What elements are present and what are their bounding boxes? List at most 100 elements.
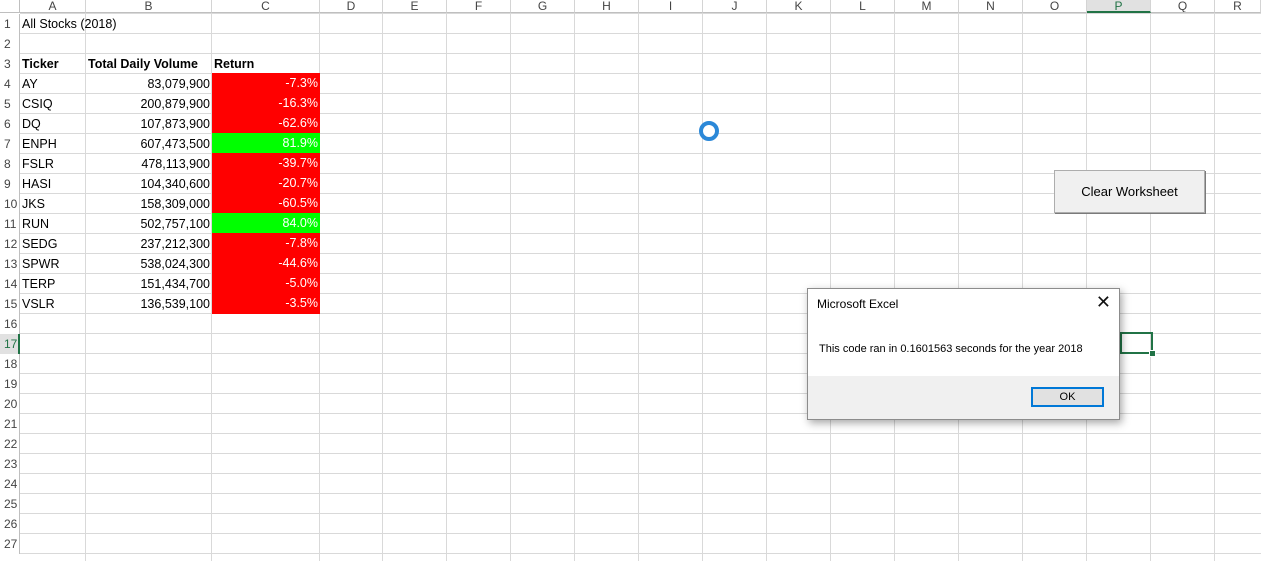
- volume-cell[interactable]: 136,539,100: [86, 294, 212, 314]
- return-cell[interactable]: -16.3%: [212, 93, 320, 114]
- column-gridline: [958, 13, 959, 561]
- row-header-2[interactable]: 2: [0, 34, 20, 54]
- column-header-o[interactable]: O: [1023, 0, 1087, 13]
- row-gridline: [20, 533, 1261, 534]
- row-header-9[interactable]: 9: [0, 174, 20, 194]
- row-header-24[interactable]: 24: [0, 474, 20, 494]
- column-header-i[interactable]: I: [639, 0, 703, 13]
- clear-worksheet-button[interactable]: Clear Worksheet: [1054, 170, 1205, 213]
- ticker-cell[interactable]: AY: [20, 74, 86, 94]
- column-header-a[interactable]: A: [20, 0, 86, 13]
- volume-cell[interactable]: 607,473,500: [86, 134, 212, 154]
- column-header-n[interactable]: N: [959, 0, 1023, 13]
- volume-cell[interactable]: 478,113,900: [86, 154, 212, 174]
- return-cell[interactable]: -3.5%: [212, 293, 320, 314]
- column-header-e[interactable]: E: [383, 0, 447, 13]
- return-cell[interactable]: -44.6%: [212, 253, 320, 274]
- row-header-1[interactable]: 1: [0, 14, 20, 34]
- column-header-c[interactable]: C: [212, 0, 320, 13]
- return-cell[interactable]: 81.9%: [212, 133, 320, 154]
- column-header-h[interactable]: H: [575, 0, 639, 13]
- row-header-22[interactable]: 22: [0, 434, 20, 454]
- ok-button[interactable]: OK: [1031, 387, 1104, 407]
- ticker-cell[interactable]: DQ: [20, 114, 86, 134]
- select-all-corner[interactable]: [0, 0, 20, 13]
- return-cell[interactable]: -39.7%: [212, 153, 320, 174]
- row-gridline: [20, 553, 1261, 554]
- column-header-l[interactable]: L: [831, 0, 895, 13]
- row-header-14[interactable]: 14: [0, 274, 20, 294]
- column-gridline: [446, 13, 447, 561]
- column-header-d[interactable]: D: [320, 0, 383, 13]
- row-header-15[interactable]: 15: [0, 294, 20, 314]
- row-header-13[interactable]: 13: [0, 254, 20, 274]
- row-header-23[interactable]: 23: [0, 454, 20, 474]
- column-header-f[interactable]: F: [447, 0, 511, 13]
- row-header-26[interactable]: 26: [0, 514, 20, 534]
- ticker-cell[interactable]: SEDG: [20, 234, 86, 254]
- return-cell[interactable]: -60.5%: [212, 193, 320, 214]
- column-header-j[interactable]: J: [703, 0, 767, 13]
- close-icon[interactable]: ✕: [1096, 293, 1111, 311]
- row-header-11[interactable]: 11: [0, 214, 20, 234]
- ticker-cell[interactable]: FSLR: [20, 154, 86, 174]
- ticker-cell[interactable]: JKS: [20, 194, 86, 214]
- row-header-8[interactable]: 8: [0, 154, 20, 174]
- row-header-4[interactable]: 4: [0, 74, 20, 94]
- column-header-g[interactable]: G: [511, 0, 575, 13]
- row-header-16[interactable]: 16: [0, 314, 20, 334]
- column-gridline: [382, 13, 383, 561]
- ticker-cell[interactable]: RUN: [20, 214, 86, 234]
- volume-cell[interactable]: 237,212,300: [86, 234, 212, 254]
- column-header-q[interactable]: Q: [1151, 0, 1215, 13]
- row-header-10[interactable]: 10: [0, 194, 20, 214]
- column-header-r[interactable]: R: [1215, 0, 1261, 13]
- volume-cell[interactable]: 151,434,700: [86, 274, 212, 294]
- row-header-6[interactable]: 6: [0, 114, 20, 134]
- ticker-cell[interactable]: ENPH: [20, 134, 86, 154]
- column-gridline: [1086, 13, 1087, 561]
- ticker-cell[interactable]: CSIQ: [20, 94, 86, 114]
- worksheet-grid[interactable]: ABCDEFGHIJKLMNOPQR 1 2 3 4 5 6 7 8 9 10 11 12 13 14 15…: [0, 0, 1261, 561]
- return-cell[interactable]: -62.6%: [212, 113, 320, 134]
- dialog-title: Microsoft Excel: [817, 297, 899, 311]
- row-header-5[interactable]: 5: [0, 94, 20, 114]
- return-cell[interactable]: -5.0%: [212, 273, 320, 294]
- return-cell[interactable]: 84.0%: [212, 213, 320, 234]
- volume-cell[interactable]: 104,340,600: [86, 174, 212, 194]
- return-cell[interactable]: -7.8%: [212, 233, 320, 254]
- column-gridline: [894, 13, 895, 561]
- column-header-p[interactable]: P: [1087, 0, 1151, 13]
- row-header-18[interactable]: 18: [0, 354, 20, 374]
- return-cell[interactable]: -20.7%: [212, 173, 320, 194]
- volume-cell[interactable]: 538,024,300: [86, 254, 212, 274]
- row-header-3[interactable]: 3: [0, 54, 20, 74]
- row-header-12[interactable]: 12: [0, 234, 20, 254]
- row-header-27[interactable]: 27: [0, 534, 20, 554]
- row-header-17[interactable]: 17: [0, 334, 20, 354]
- row-header-25[interactable]: 25: [0, 494, 20, 514]
- volume-cell[interactable]: 158,309,000: [86, 194, 212, 214]
- row-gridline: [20, 513, 1261, 514]
- ticker-cell[interactable]: TERP: [20, 274, 86, 294]
- ticker-cell[interactable]: HASI: [20, 174, 86, 194]
- row-header-21[interactable]: 21: [0, 414, 20, 434]
- volume-cell[interactable]: 107,873,900: [86, 114, 212, 134]
- row-header-20[interactable]: 20: [0, 394, 20, 414]
- return-cell[interactable]: -7.3%: [212, 73, 320, 94]
- ticker-cell[interactable]: SPWR: [20, 254, 86, 274]
- header-volume[interactable]: Total Daily Volume: [86, 54, 212, 74]
- volume-cell[interactable]: 200,879,900: [86, 94, 212, 114]
- volume-cell[interactable]: 502,757,100: [86, 214, 212, 234]
- volume-cell[interactable]: 83,079,900: [86, 74, 212, 94]
- header-ticker[interactable]: Ticker: [20, 54, 86, 74]
- column-header-b[interactable]: B: [86, 0, 212, 13]
- column-header-m[interactable]: M: [895, 0, 959, 13]
- sheet-title[interactable]: All Stocks (2018): [20, 14, 118, 34]
- fill-handle[interactable]: [1149, 350, 1156, 357]
- row-header-7[interactable]: 7: [0, 134, 20, 154]
- row-header-19[interactable]: 19: [0, 374, 20, 394]
- ticker-cell[interactable]: VSLR: [20, 294, 86, 314]
- header-return[interactable]: Return: [212, 54, 320, 74]
- column-header-k[interactable]: K: [767, 0, 831, 13]
